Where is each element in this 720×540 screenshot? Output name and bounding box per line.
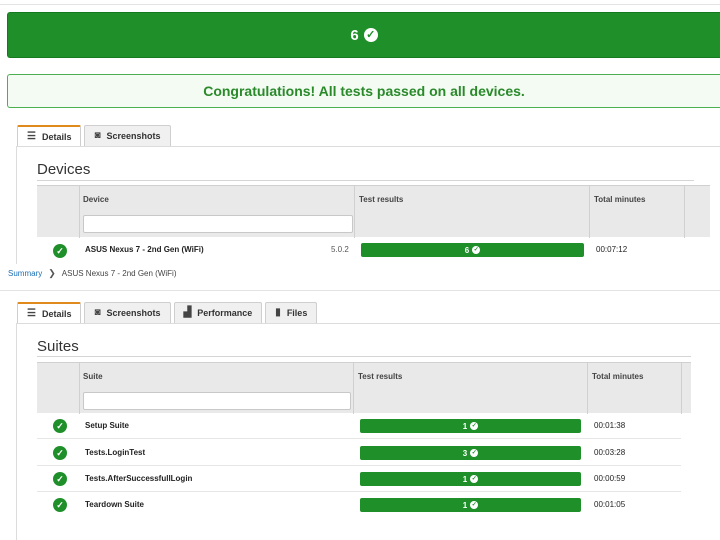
tab-files[interactable]: ▮ Files	[265, 302, 318, 323]
passed-status-icon: ✓	[53, 472, 67, 486]
tab-label: Performance	[197, 308, 253, 318]
breadcrumb-current: ASUS Nexus 7 - 2nd Gen (WiFi)	[61, 269, 177, 278]
tab-label: Screenshots	[106, 308, 161, 318]
column-header-test-results[interactable]: Test results	[359, 195, 403, 204]
chevron-right-icon: ❯	[48, 268, 56, 278]
camera-icon: ◙	[94, 130, 101, 141]
result-count: 1	[462, 421, 468, 431]
passed-count-banner: 6 ✓	[7, 12, 720, 58]
table-row[interactable]: ✓ Tests.AfterSuccessfullLogin 1 ✓ 00:00:…	[37, 466, 681, 492]
check-circle-icon: ✓	[470, 422, 479, 430]
list-icon: ☰	[27, 131, 36, 142]
total-minutes: 00:01:38	[594, 421, 626, 430]
devices-panel: Devices Device Test results Total minute…	[16, 146, 720, 264]
passed-status-icon: ✓	[53, 244, 67, 258]
total-minutes: 00:03:28	[594, 448, 626, 457]
table-row[interactable]: ✓ Teardown Suite 1 ✓ 00:01:05	[37, 492, 681, 518]
table-row[interactable]: ✓ Tests.LoginTest 3 ✓ 00:03:28	[37, 440, 681, 466]
suites-panel: Suites Suite Test results Total minutes …	[16, 323, 720, 540]
column-header-total-minutes[interactable]: Total minutes	[594, 195, 645, 204]
total-minutes: 00:00:59	[594, 474, 626, 483]
passed-status-icon: ✓	[53, 498, 67, 512]
device-os-version: 5.0.2	[331, 245, 349, 254]
devices-title: Devices	[37, 161, 91, 178]
summary-tabs: ☰ Details ◙ Screenshots	[17, 125, 171, 147]
suite-name: Teardown Suite	[85, 500, 144, 509]
column-header-test-results[interactable]: Test results	[358, 372, 402, 381]
column-header-device[interactable]: Device	[83, 195, 109, 204]
title-rule	[37, 180, 694, 181]
result-count: 1	[462, 474, 468, 484]
check-circle-icon: ✓	[470, 475, 479, 483]
breadcrumb-summary-link[interactable]: Summary	[8, 269, 42, 278]
total-minutes: 00:01:05	[594, 500, 626, 509]
tab-label: Files	[286, 308, 308, 318]
suite-name: Setup Suite	[85, 421, 130, 430]
check-circle-icon: ✓	[363, 28, 378, 42]
column-header-total-minutes[interactable]: Total minutes	[592, 372, 643, 381]
device-filter-input[interactable]	[83, 215, 353, 233]
total-minutes: 00:07:12	[596, 245, 628, 254]
passed-status-icon: ✓	[53, 446, 67, 460]
camera-icon: ◙	[94, 307, 101, 318]
table-row[interactable]: ✓ ASUS Nexus 7 - 2nd Gen (WiFi) 5.0.2 6 …	[37, 237, 710, 263]
section-divider	[0, 290, 720, 291]
tab-performance[interactable]: ▟ Performance	[173, 302, 263, 323]
device-tabs: ☰ Details ◙ Screenshots ▟ Performance ▮ …	[17, 302, 318, 324]
chart-icon: ▟	[183, 307, 192, 318]
test-results-bar[interactable]: 1 ✓	[360, 472, 581, 486]
device-name: ASUS Nexus 7 - 2nd Gen (WiFi)	[85, 245, 204, 254]
result-count: 1	[462, 500, 468, 510]
list-icon: ☰	[27, 308, 36, 319]
test-results-bar[interactable]: 1 ✓	[360, 419, 581, 433]
tab-screenshots[interactable]: ◙ Screenshots	[84, 302, 171, 323]
suite-filter-input[interactable]	[83, 392, 351, 410]
result-count: 6	[464, 245, 470, 255]
check-circle-icon: ✓	[470, 501, 479, 509]
test-results-bar[interactable]: 6 ✓	[361, 243, 584, 257]
check-circle-icon: ✓	[470, 449, 479, 457]
test-results-bar[interactable]: 1 ✓	[360, 498, 581, 512]
passed-status-icon: ✓	[53, 419, 67, 433]
result-count: 3	[462, 448, 468, 458]
suites-title: Suites	[37, 338, 79, 355]
devices-table-header: Device Test results Total minutes	[37, 185, 710, 238]
suites-table-header: Suite Test results Total minutes	[37, 362, 691, 414]
congrats-message: Congratulations! All tests passed on all…	[7, 74, 720, 108]
check-circle-icon: ✓	[472, 246, 481, 254]
file-icon: ▮	[275, 307, 281, 318]
tab-details[interactable]: ☰ Details	[17, 125, 82, 147]
tab-details[interactable]: ☰ Details	[17, 302, 82, 324]
title-rule	[37, 356, 691, 357]
passed-count: 6	[350, 26, 359, 44]
tab-label: Details	[41, 132, 72, 142]
table-row[interactable]: ✓ Setup Suite 1 ✓ 00:01:38	[37, 413, 681, 439]
suite-name: Tests.LoginTest	[85, 448, 146, 457]
column-header-suite[interactable]: Suite	[83, 372, 103, 381]
breadcrumb: Summary ❯ ASUS Nexus 7 - 2nd Gen (WiFi)	[8, 268, 176, 279]
top-divider	[0, 4, 720, 5]
test-results-bar[interactable]: 3 ✓	[360, 446, 581, 460]
suite-name: Tests.AfterSuccessfullLogin	[85, 474, 193, 483]
tab-label: Details	[41, 309, 72, 319]
tab-label: Screenshots	[106, 131, 161, 141]
tab-screenshots[interactable]: ◙ Screenshots	[84, 125, 171, 146]
